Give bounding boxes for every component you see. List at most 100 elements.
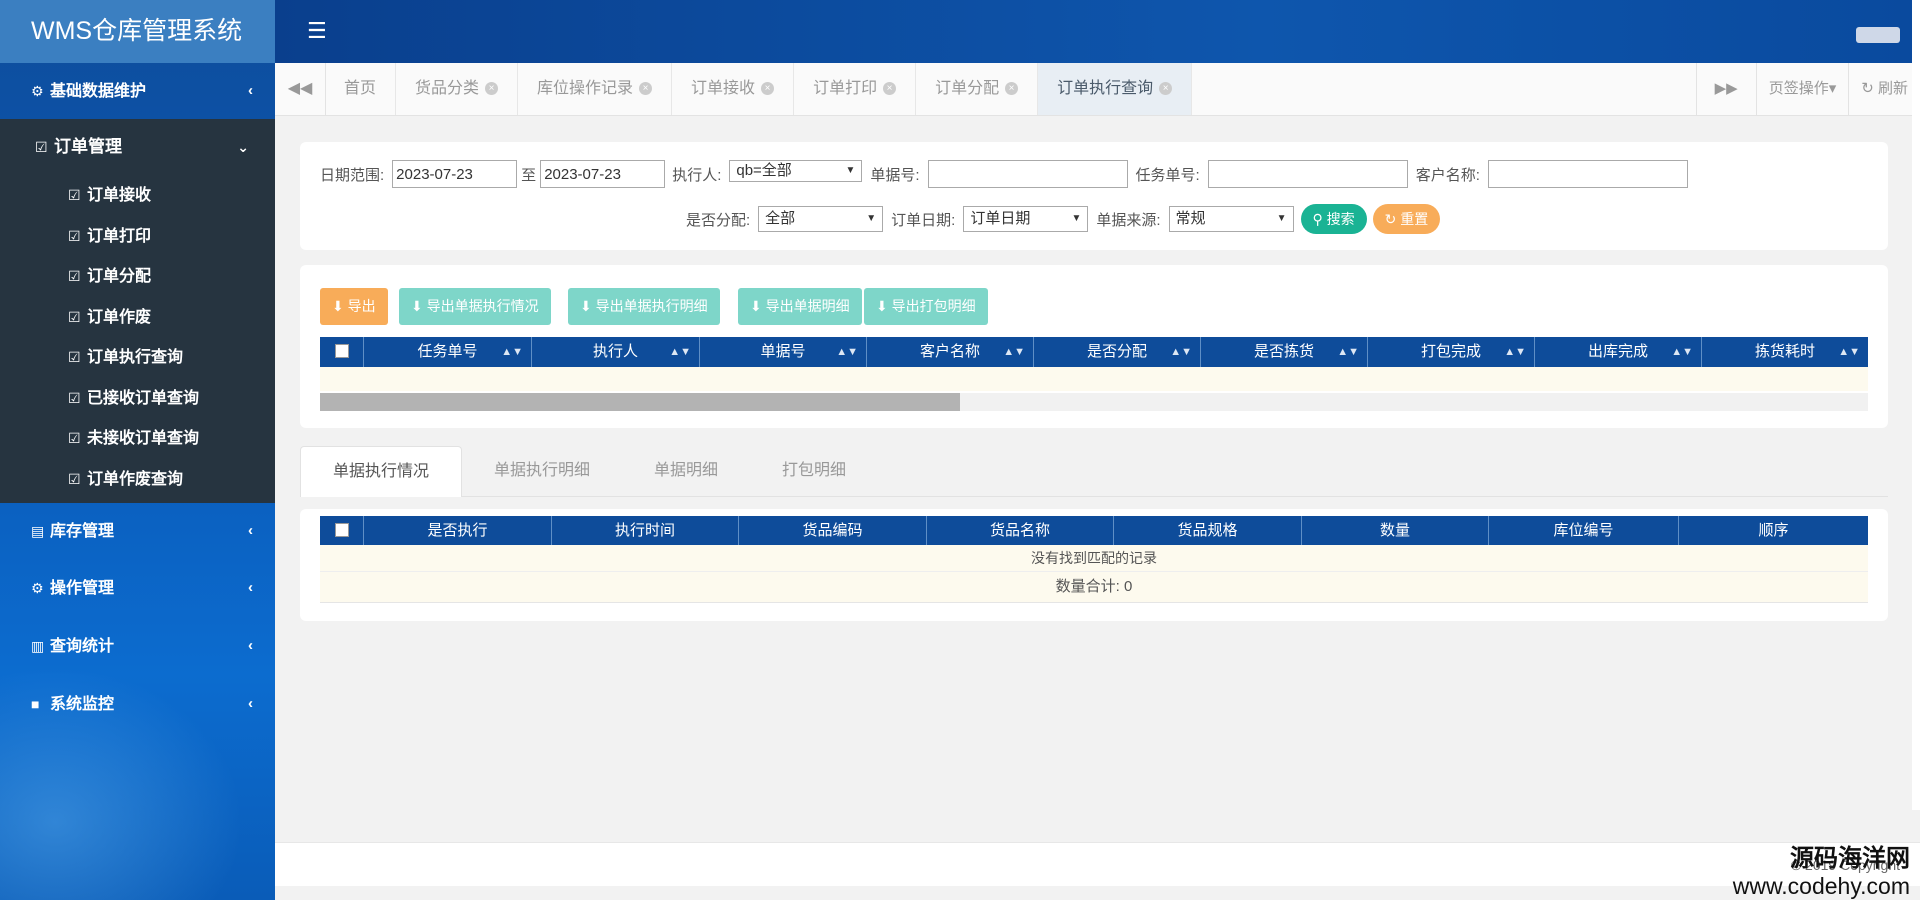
- col-goods-code[interactable]: 货品编码: [739, 516, 927, 546]
- refresh-icon: ↻: [1861, 80, 1874, 97]
- chevron-left-icon: ‹: [248, 579, 253, 596]
- export-button-label: 导出: [347, 298, 376, 314]
- col-goods-name[interactable]: 货品名称: [927, 516, 1114, 546]
- date-to-input[interactable]: [540, 160, 666, 188]
- tab-location-log[interactable]: 库位操作记录 ×: [518, 63, 673, 115]
- close-icon[interactable]: ×: [1005, 82, 1019, 96]
- tab-ops-dropdown[interactable]: 页签操作▾: [1755, 63, 1849, 115]
- export-button[interactable]: ⬇ 导出: [320, 288, 388, 325]
- horizontal-scrollbar[interactable]: [320, 393, 1868, 411]
- sidebar-group-basic-data[interactable]: ⚙ 基础数据维护 ‹: [0, 63, 275, 119]
- page-tabs: 首页 货品分类 × 库位操作记录 × 订单接收 × 订单打印 × 订单分配 × 订单执行查…: [325, 63, 1193, 115]
- column-label: 客户名称: [919, 343, 980, 360]
- user-avatar[interactable]: [1856, 27, 1900, 43]
- close-icon[interactable]: ×: [883, 82, 897, 96]
- assigned-select[interactable]: 全部 ▼: [758, 206, 884, 232]
- refresh-button[interactable]: ↻ 刷新: [1848, 63, 1920, 115]
- sidebar-item-order-void[interactable]: ☑ 订单作废: [0, 297, 275, 338]
- col-exec-time[interactable]: 执行时间: [552, 516, 739, 546]
- tab-label: 首页: [344, 80, 377, 97]
- tab-pack-detail[interactable]: 打包明细: [750, 446, 878, 496]
- source-select-value: 常规: [1175, 210, 1206, 227]
- doc-no-input[interactable]: [927, 160, 1128, 188]
- tabs-scroll-right-icon[interactable]: ▶▶: [1695, 63, 1756, 115]
- col-pick-duration[interactable]: 拣货耗时 ▲▼: [1702, 337, 1868, 367]
- col-goods-spec[interactable]: 货品规格: [1114, 516, 1302, 546]
- tab-order-print[interactable]: 订单打印 ×: [794, 63, 917, 115]
- tab-exec-detail[interactable]: 单据执行明细: [462, 446, 622, 496]
- col-order[interactable]: 顺序: [1679, 516, 1868, 546]
- date-to-separator: 至: [521, 166, 537, 184]
- sidebar-item-order-receive[interactable]: ☑ 订单接收: [0, 175, 275, 216]
- sidebar-item-label: 订单分配: [87, 268, 152, 285]
- sidebar-item-order-print[interactable]: ☑ 订单打印: [0, 216, 275, 257]
- col-assigned[interactable]: 是否分配 ▲▼: [1034, 337, 1201, 367]
- close-icon[interactable]: ×: [1159, 82, 1173, 96]
- order-date-select-value: 订单日期: [970, 210, 1031, 227]
- sort-icon: ▲▼: [1003, 346, 1025, 358]
- sidebar-group-inventory[interactable]: ▤ 库存管理 ‹: [0, 503, 275, 559]
- sidebar-group-monitoring[interactable]: ■ 系统监控 ‹: [0, 675, 275, 733]
- col-doc-no[interactable]: 单据号 ▲▼: [700, 337, 867, 367]
- tab-label: 库位操作记录: [537, 80, 634, 97]
- calendar-check-icon: ☑: [68, 187, 81, 203]
- select-all-checkbox[interactable]: [334, 343, 349, 358]
- export-doc-detail-button[interactable]: ⬇ 导出单据明细: [738, 288, 862, 325]
- select-all-cell[interactable]: [320, 337, 364, 367]
- tab-order-receive[interactable]: 订单接收 ×: [672, 63, 795, 115]
- select-all-cell[interactable]: [320, 516, 364, 546]
- sidebar-item-received-query[interactable]: ☑ 已接收订单查询: [0, 378, 275, 419]
- sidebar-item-label: 订单作废: [87, 308, 152, 326]
- export-exec-status-button[interactable]: ⬇ 导出单据执行情况: [399, 288, 551, 325]
- col-outbound-done[interactable]: 出库完成 ▲▼: [1535, 337, 1702, 367]
- executor-select[interactable]: qb=全部 ▼: [729, 160, 863, 182]
- tab-goods-category[interactable]: 货品分类 ×: [396, 63, 519, 115]
- menu-toggle-icon[interactable]: ☰: [307, 18, 327, 44]
- column-label: 拣货耗时: [1754, 343, 1815, 360]
- reset-button[interactable]: ↻ 重置: [1372, 204, 1441, 234]
- close-icon[interactable]: ×: [639, 82, 653, 96]
- col-customer[interactable]: 客户名称 ▲▼: [867, 337, 1034, 367]
- tab-order-assign[interactable]: 订单分配 ×: [916, 63, 1039, 115]
- customer-label: 客户名称:: [1415, 166, 1480, 184]
- results-table-header: 任务单号 ▲▼ 执行人 ▲▼ 单据号 ▲▼ 客户名称 ▲▼ 是否分配 ▲▼ 是否拣货 ▲▼ …: [320, 337, 1868, 367]
- tab-order-exec-query[interactable]: 订单执行查询 ×: [1038, 63, 1193, 115]
- search-button[interactable]: ⚲ 搜索: [1300, 204, 1367, 234]
- col-location-code[interactable]: 库位编号: [1489, 516, 1679, 546]
- customer-input[interactable]: [1487, 160, 1688, 188]
- col-pack-done[interactable]: 打包完成 ▲▼: [1368, 337, 1535, 367]
- sidebar-item-void-query[interactable]: ☑ 订单作废查询: [0, 459, 275, 500]
- tab-exec-status[interactable]: 单据执行情况: [300, 446, 463, 497]
- col-task-no[interactable]: 任务单号 ▲▼: [364, 337, 532, 367]
- sidebar-item-order-assign[interactable]: ☑ 订单分配: [0, 256, 275, 297]
- col-picked[interactable]: 是否拣货 ▲▼: [1201, 337, 1368, 367]
- close-icon[interactable]: ×: [761, 82, 775, 96]
- results-panel: ⬇ 导出 ⬇ 导出单据执行情况 ⬇ 导出单据执行明细 ⬇ 导出单据明细 ⬇ 导出…: [300, 265, 1888, 428]
- select-all-checkbox[interactable]: [334, 522, 349, 537]
- task-no-input[interactable]: [1207, 160, 1408, 188]
- export-exec-detail-button[interactable]: ⬇ 导出单据执行明细: [568, 288, 720, 325]
- date-from-input[interactable]: [392, 160, 518, 188]
- sidebar-group-statistics[interactable]: ▥ 查询统计 ‹: [0, 617, 275, 675]
- quantity-total: 数量合计: 0: [320, 572, 1868, 603]
- watermark-line2: www.codehy.com: [1732, 872, 1910, 899]
- export-pack-detail-button[interactable]: ⬇ 导出打包明细: [864, 288, 988, 325]
- chevron-left-icon: ‹: [248, 637, 253, 654]
- sidebar-group-order-management[interactable]: ☑ 订单管理 ⌄: [0, 119, 275, 175]
- order-date-select[interactable]: 订单日期 ▼: [963, 206, 1089, 232]
- export-exec-detail-label: 导出单据执行明细: [595, 298, 708, 314]
- sidebar-item-unreceived-query[interactable]: ☑ 未接收订单查询: [0, 418, 275, 459]
- tabs-scroll-left-icon[interactable]: ◀◀: [275, 63, 326, 115]
- tab-doc-detail[interactable]: 单据明细: [622, 446, 750, 496]
- col-quantity[interactable]: 数量: [1302, 516, 1489, 546]
- tab-home[interactable]: 首页: [325, 63, 397, 115]
- sidebar-group-operations[interactable]: ⚙ 操作管理 ‹: [0, 559, 275, 617]
- sidebar-item-order-exec-query[interactable]: ☑ 订单执行查询: [0, 337, 275, 378]
- scrollbar-thumb[interactable]: [320, 393, 960, 411]
- sidebar-group-label: 库存管理: [50, 523, 115, 540]
- col-executed[interactable]: 是否执行: [364, 516, 552, 546]
- source-select[interactable]: 常规 ▼: [1168, 206, 1294, 232]
- close-icon[interactable]: ×: [485, 82, 499, 96]
- sidebar-item-label: 订单接收: [87, 187, 152, 204]
- col-executor[interactable]: 执行人 ▲▼: [532, 337, 700, 367]
